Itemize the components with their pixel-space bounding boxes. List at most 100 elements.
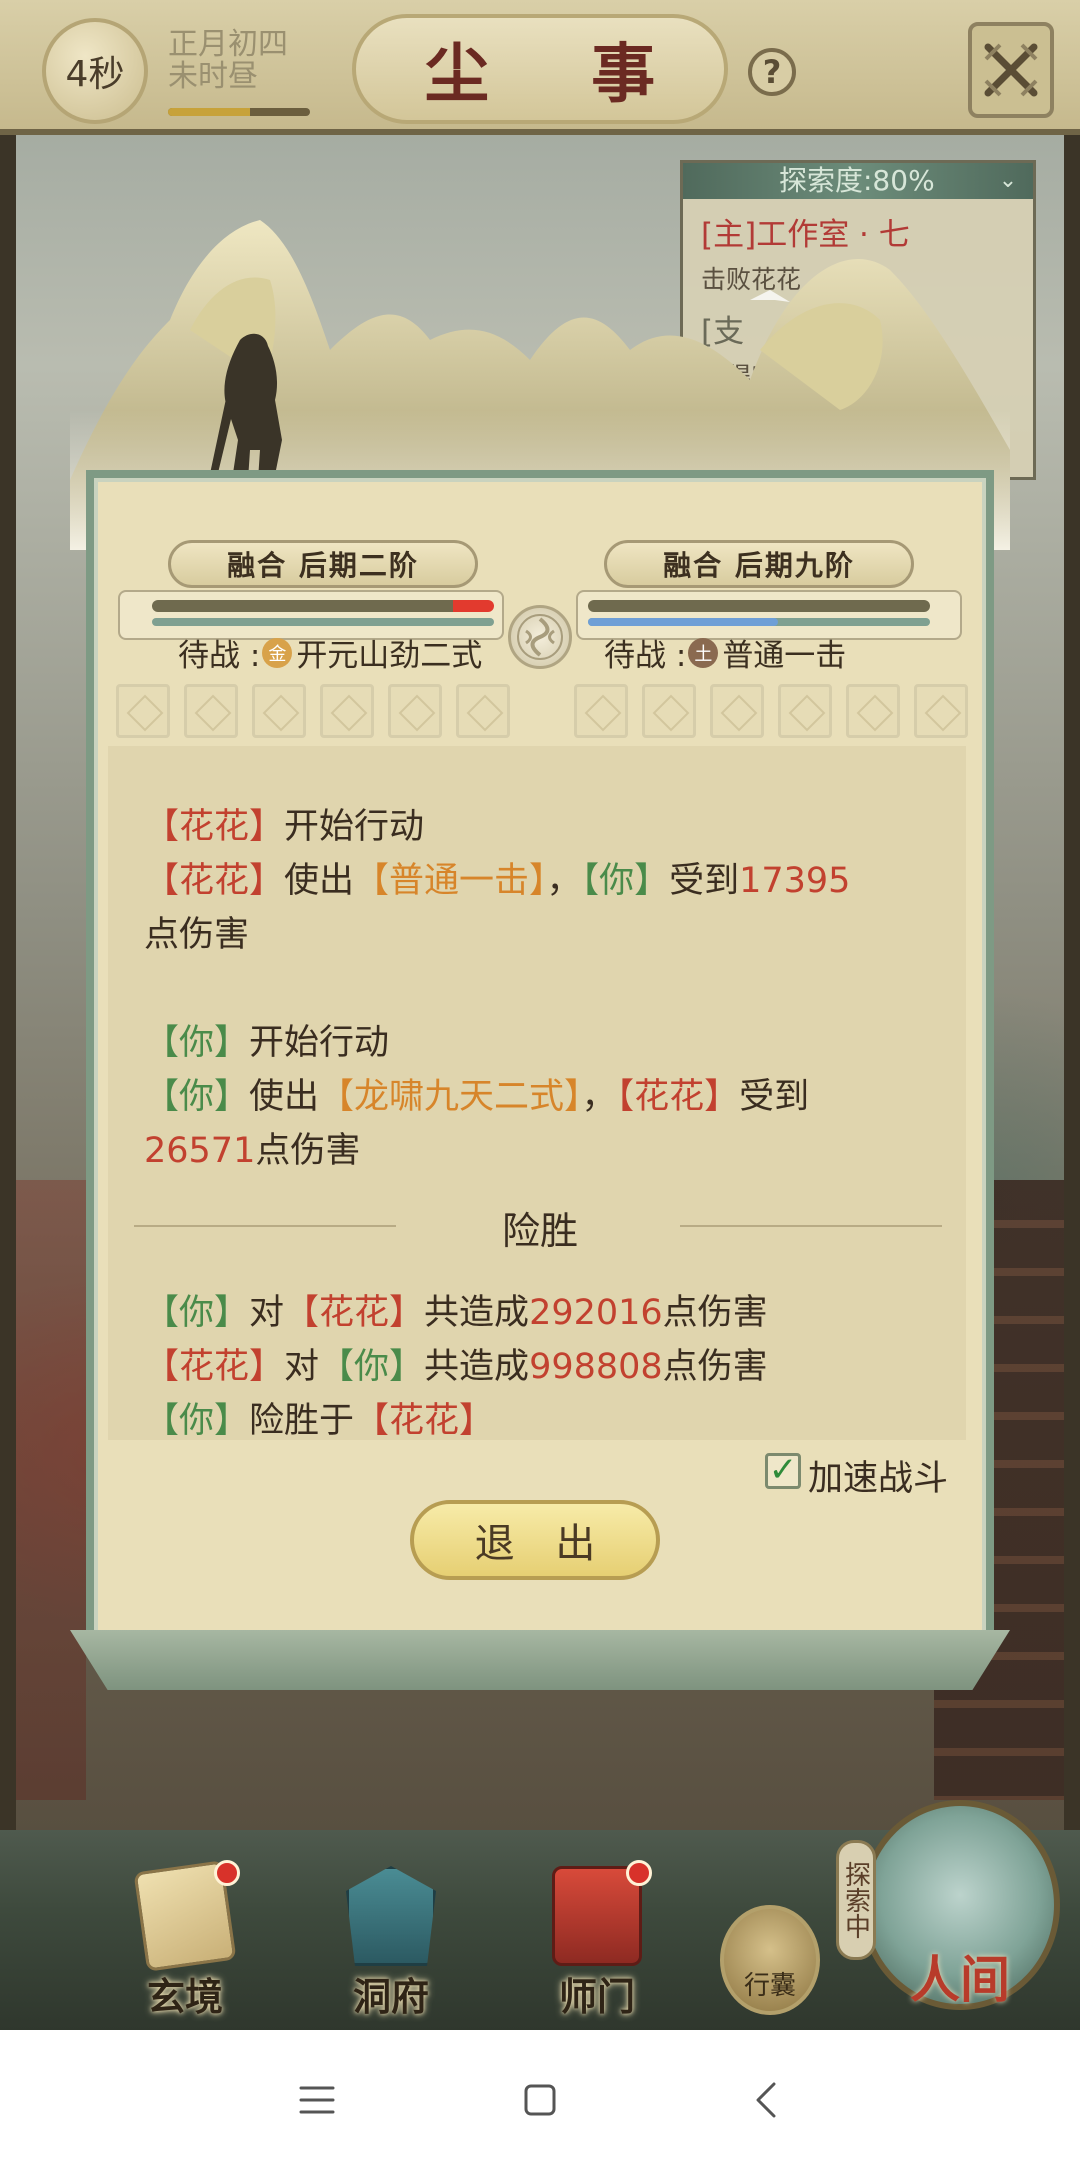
log-text: 对: [249, 1293, 285, 1333]
log-line: 【花花】使出【普通一击】，【你】受到17395: [144, 860, 850, 902]
home-icon[interactable]: [510, 2070, 570, 2130]
buff-slot: [184, 684, 238, 738]
bag-label: 行囊: [743, 1971, 796, 2001]
game-time: 未时昼: [168, 59, 258, 94]
battle-result-title: 险胜: [501, 1209, 578, 1253]
enemy-name: 【花花】: [284, 1293, 425, 1333]
damage-value: 17395: [739, 861, 851, 901]
scroll-bottom-edge: [70, 1630, 1010, 1690]
time-progress-fill: [168, 108, 251, 116]
log-text: 受到: [669, 861, 740, 901]
speed-battle-checkbox[interactable]: ✓: [765, 1453, 801, 1489]
summary-line: 【你】对【花花】共造成292016点伤害: [144, 1292, 768, 1334]
player-name: 【你】: [144, 1023, 250, 1063]
buff-slot: [116, 684, 170, 738]
buff-slot: [710, 684, 764, 738]
nav-item-dongfu[interactable]: 洞府: [316, 1866, 466, 2019]
earth-element-icon: 土: [688, 637, 719, 668]
speed-battle-label[interactable]: 加速战斗: [808, 1450, 948, 1501]
buff-slot: [846, 684, 900, 738]
damage-total: 292016: [529, 1293, 663, 1333]
enemy-standby: 待战 : 土 普通一击: [604, 630, 846, 675]
enemy-name: 【花花】: [354, 1401, 495, 1441]
log-text: 受到: [739, 1077, 810, 1117]
buff-slot: [252, 684, 306, 738]
notification-dot: [214, 1860, 240, 1886]
enemy-rank: 融合 后期九阶: [604, 540, 914, 588]
player-name: 【你】: [144, 1401, 250, 1441]
log-text: 开始行动: [284, 807, 425, 847]
summary-line: 【花花】对【你】共造成998808点伤害: [144, 1346, 768, 1388]
buff-slot: [456, 684, 510, 738]
log-text: 点伤害: [255, 1131, 361, 1171]
buff-slot: [642, 684, 696, 738]
enemy-buff-slots: [574, 684, 968, 738]
log-line: 26571点伤害: [144, 1130, 360, 1172]
log-text: ，: [581, 1077, 617, 1117]
game-date: 正月初四: [168, 27, 288, 62]
standby-label: 待战 :: [178, 638, 261, 674]
enemy-name: 【花花】: [144, 861, 285, 901]
nav-label: 玄境: [146, 1974, 223, 2019]
divider: [680, 1225, 942, 1227]
player-standby: 待战 : 金 开元山劲二式: [178, 630, 482, 675]
system-navigation-bar: [0, 2030, 1080, 2160]
log-text: 点伤害: [662, 1293, 768, 1333]
log-text: 险胜于: [249, 1401, 355, 1441]
battle-log[interactable]: 【花花】开始行动 【花花】使出【普通一击】，【你】受到17395 点伤害 【你】…: [108, 746, 966, 1442]
nav-item-xuanjing[interactable]: 玄境: [110, 1860, 260, 2019]
log-line: 点伤害: [144, 915, 250, 955]
log-line: 【花花】开始行动: [144, 806, 424, 848]
nav-item-shimen[interactable]: 师门: [522, 1860, 672, 2019]
enemy-next-skill: 普通一击: [722, 638, 847, 674]
damage-total: 998808: [529, 1347, 663, 1387]
log-line: 【你】使出【龙啸九天二式】，【花花】受到: [144, 1076, 809, 1118]
buff-slot: [778, 684, 832, 738]
skill-name: 【龙啸九天二式】: [319, 1077, 582, 1117]
close-button[interactable]: [968, 22, 1054, 118]
back-icon[interactable]: [738, 2070, 798, 2130]
exit-button[interactable]: 退 出: [410, 1500, 660, 1580]
player-name: 【你】: [144, 1293, 250, 1333]
time-progress-bar: [168, 108, 310, 116]
close-icon: [984, 43, 1038, 97]
player-name: 【你】: [581, 861, 670, 901]
buff-slot: [388, 684, 442, 738]
enemy-name: 【花花】: [616, 1077, 740, 1117]
title-plaque: 尘 事: [352, 14, 728, 124]
nav-label: 洞府: [352, 1974, 429, 2019]
player-energy-bar: [152, 618, 494, 626]
buff-slot: [574, 684, 628, 738]
yin-yang-emblem: [508, 605, 572, 669]
pavilion-icon: [346, 1866, 436, 1966]
human-world-label: 人间: [910, 1950, 1010, 2009]
countdown-timer: 4秒: [42, 18, 148, 124]
swirl-icon: [517, 614, 563, 660]
damage-value: 26571: [144, 1131, 256, 1171]
standby-label: 待战 :: [604, 638, 687, 674]
player-rank: 融合 后期二阶: [168, 540, 478, 588]
metal-element-icon: 金: [262, 637, 293, 668]
enemy-mana-bar: [588, 618, 778, 626]
menu-icon[interactable]: [287, 2070, 347, 2130]
help-button[interactable]: ?: [748, 48, 796, 96]
page-title: 尘 事: [424, 37, 696, 112]
player-hp-bar: [152, 600, 494, 612]
player-name: 【你】: [144, 1077, 250, 1117]
log-text: 对: [284, 1347, 320, 1387]
enemy-name: 【花花】: [144, 807, 285, 847]
log-text: 开始行动: [249, 1023, 390, 1063]
notification-dot: [626, 1860, 652, 1886]
log-text: ，: [546, 861, 582, 901]
player-buff-slots: [116, 684, 510, 738]
skill-name: 【普通一击】: [354, 861, 547, 901]
summary-line: 【你】险胜于【花花】: [144, 1400, 494, 1442]
log-text: 使出: [284, 861, 355, 901]
player-next-skill: 开元山劲二式: [296, 638, 483, 674]
log-line: 【你】开始行动: [144, 1022, 389, 1064]
nav-label: 师门: [558, 1974, 635, 2019]
log-text: 点伤害: [662, 1347, 768, 1387]
divider: [134, 1225, 396, 1227]
enemy-hp-bar: [588, 600, 930, 612]
log-text: 使出: [249, 1077, 320, 1117]
